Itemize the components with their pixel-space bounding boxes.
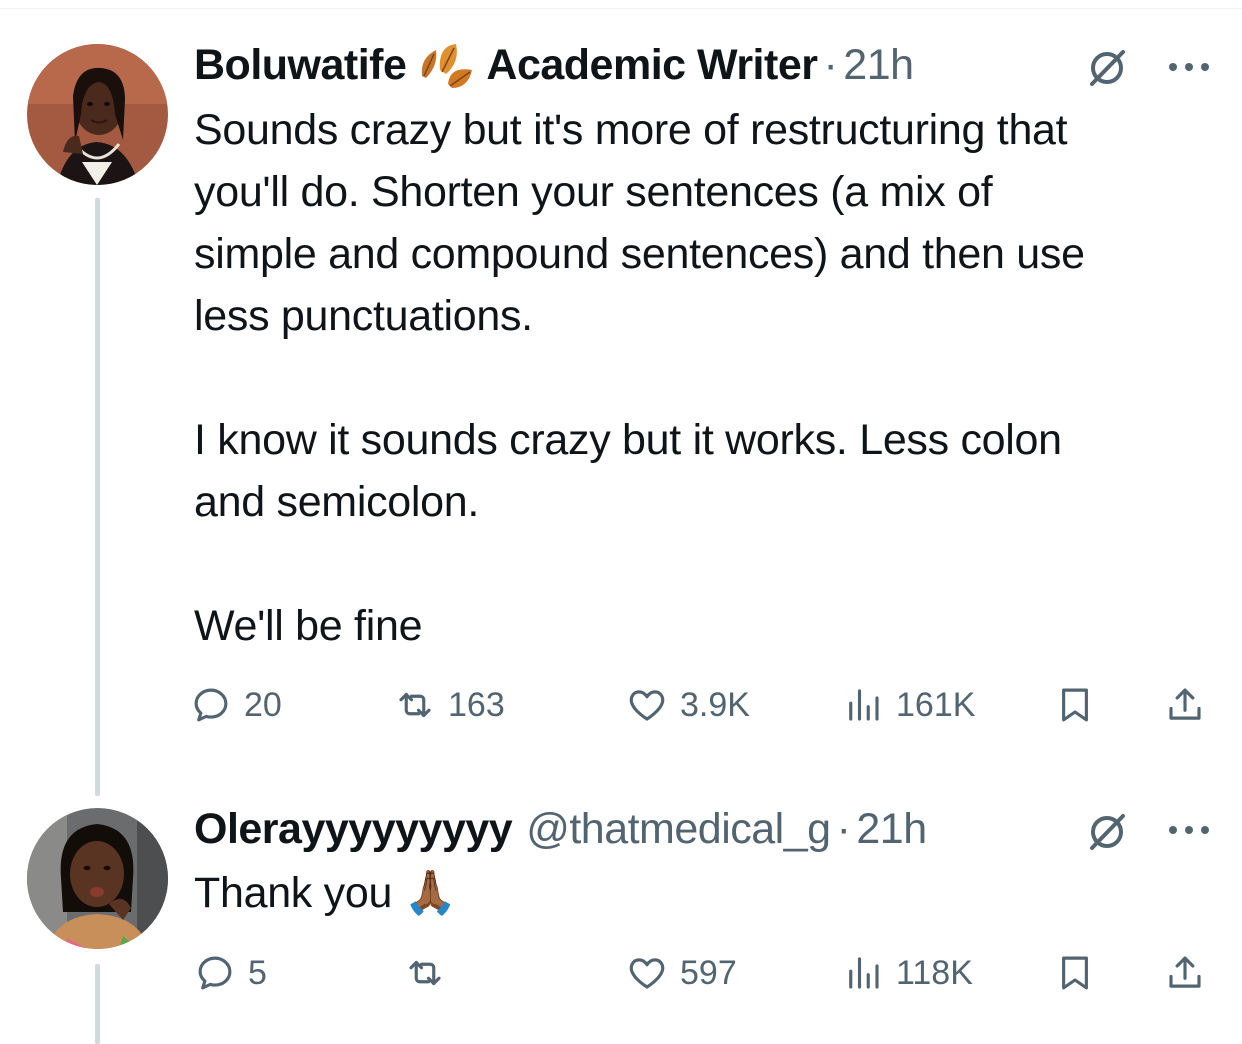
leaves-emoji bbox=[416, 40, 478, 90]
tweet-actions: 5 597 118K bbox=[190, 948, 1220, 998]
timestamp[interactable]: 21h bbox=[843, 41, 914, 90]
author-name[interactable]: Boluwatife bbox=[194, 41, 407, 90]
reply-button[interactable]: 5 bbox=[194, 948, 267, 998]
grok-icon[interactable] bbox=[1087, 812, 1127, 852]
share-button[interactable] bbox=[1164, 948, 1206, 998]
share-button[interactable] bbox=[1164, 680, 1206, 730]
separator-dot: · bbox=[823, 40, 838, 89]
repost-count: 163 bbox=[448, 685, 505, 724]
reply-count: 5 bbox=[248, 953, 267, 992]
share-icon bbox=[1169, 956, 1201, 988]
views-button[interactable]: 161K bbox=[842, 680, 975, 730]
reply-icon bbox=[194, 688, 228, 722]
author-title: Academic Writer bbox=[486, 40, 818, 89]
avatar[interactable] bbox=[27, 808, 168, 949]
like-button[interactable]: 3.9K bbox=[626, 680, 750, 730]
views-count: 161K bbox=[896, 685, 976, 724]
tweet-header: Olerayyyyyyyyy @thatmedical_g · 21h bbox=[194, 804, 927, 854]
tweet-text: Thank you 🙏🏾 bbox=[194, 869, 457, 917]
timestamp[interactable]: 21h bbox=[856, 805, 927, 854]
tweet-header: Boluwatife Academic Writer · 21h bbox=[194, 40, 914, 90]
reply-count: 20 bbox=[244, 685, 282, 724]
grok-icon[interactable] bbox=[1087, 48, 1127, 88]
bookmark-icon bbox=[1062, 688, 1088, 722]
views-icon bbox=[849, 957, 879, 989]
bookmark-icon bbox=[1062, 956, 1088, 990]
like-count: 3.9K bbox=[680, 685, 750, 724]
views-button[interactable]: 118K bbox=[842, 948, 973, 998]
views-count: 118K bbox=[896, 953, 973, 992]
thread-line bbox=[95, 198, 100, 796]
like-count: 597 bbox=[680, 953, 737, 992]
like-button[interactable]: 597 bbox=[626, 948, 737, 998]
tweet-actions: 20 163 3.9K 161K bbox=[190, 680, 1220, 730]
heart-icon bbox=[629, 690, 665, 721]
share-icon bbox=[1169, 688, 1201, 720]
more-icon[interactable] bbox=[1166, 60, 1212, 74]
author-name[interactable]: Olerayyyyyyyyy bbox=[194, 805, 513, 854]
more-icon[interactable] bbox=[1166, 823, 1212, 837]
bookmark-button[interactable] bbox=[1054, 948, 1096, 998]
avatar[interactable] bbox=[27, 44, 168, 185]
repost-icon bbox=[409, 960, 441, 986]
repost-button[interactable]: 163 bbox=[394, 680, 505, 730]
heart-icon bbox=[629, 958, 665, 989]
author-handle[interactable]: @thatmedical_g bbox=[526, 805, 831, 854]
reply-icon bbox=[198, 956, 232, 990]
bookmark-button[interactable] bbox=[1054, 680, 1096, 730]
thread-line bbox=[95, 964, 100, 1044]
tweet-text: Sounds crazy but it's more of restructur… bbox=[194, 106, 1085, 650]
repost-icon bbox=[399, 692, 431, 718]
separator-dot: · bbox=[836, 804, 851, 853]
reply-button[interactable]: 20 bbox=[190, 680, 282, 730]
top-divider bbox=[0, 8, 1242, 9]
repost-button[interactable] bbox=[404, 948, 446, 998]
views-icon bbox=[849, 689, 879, 721]
